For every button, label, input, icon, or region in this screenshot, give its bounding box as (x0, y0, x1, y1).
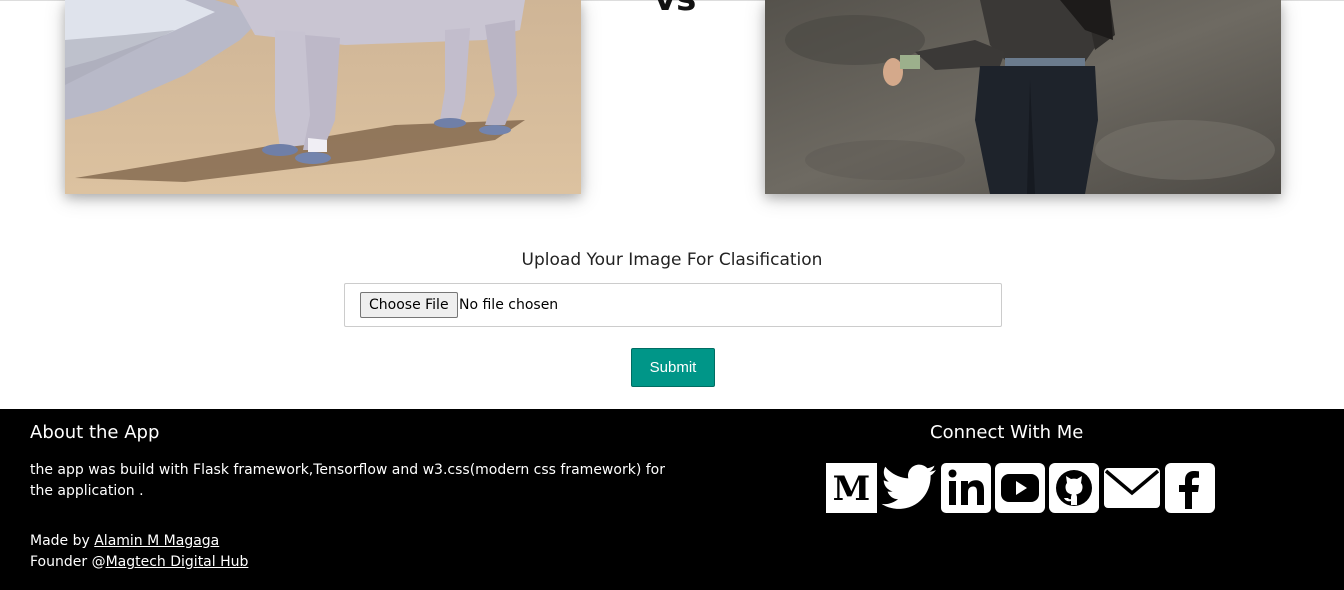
submit-button[interactable]: Submit (631, 348, 715, 387)
github-icon[interactable] (1048, 463, 1100, 513)
made-by-block: Made by Alamin M Magaga Founder @Magtech… (30, 531, 248, 573)
horse-image (65, 0, 581, 194)
vs-label: vs (654, 0, 696, 16)
choose-file-button[interactable]: Choose File (360, 292, 458, 318)
linkedin-icon[interactable] (940, 463, 992, 513)
svg-text:M: M (833, 469, 871, 509)
made-by-prefix: Made by (30, 533, 95, 549)
about-text: the app was build with Flask framework,T… (30, 462, 665, 499)
human-image (765, 0, 1281, 194)
about-title: About the App (30, 422, 160, 443)
footer: About the App the app was build with Fla… (0, 409, 1344, 590)
upload-label: Upload Your Image For Clasification (521, 250, 823, 270)
author-link[interactable]: Alamin M Magaga (94, 533, 219, 549)
facebook-icon[interactable] (1164, 463, 1216, 513)
file-status-text: No file chosen (459, 297, 559, 313)
founder-prefix: Founder @ (30, 554, 106, 570)
twitter-icon[interactable] (880, 463, 938, 513)
email-icon[interactable] (1102, 463, 1162, 513)
youtube-icon[interactable] (994, 463, 1046, 513)
connect-title: Connect With Me (930, 422, 1084, 443)
medium-icon[interactable]: M (826, 463, 878, 513)
company-link[interactable]: Magtech Digital Hub (106, 554, 249, 570)
file-input[interactable]: Choose File No file chosen (344, 283, 1002, 327)
